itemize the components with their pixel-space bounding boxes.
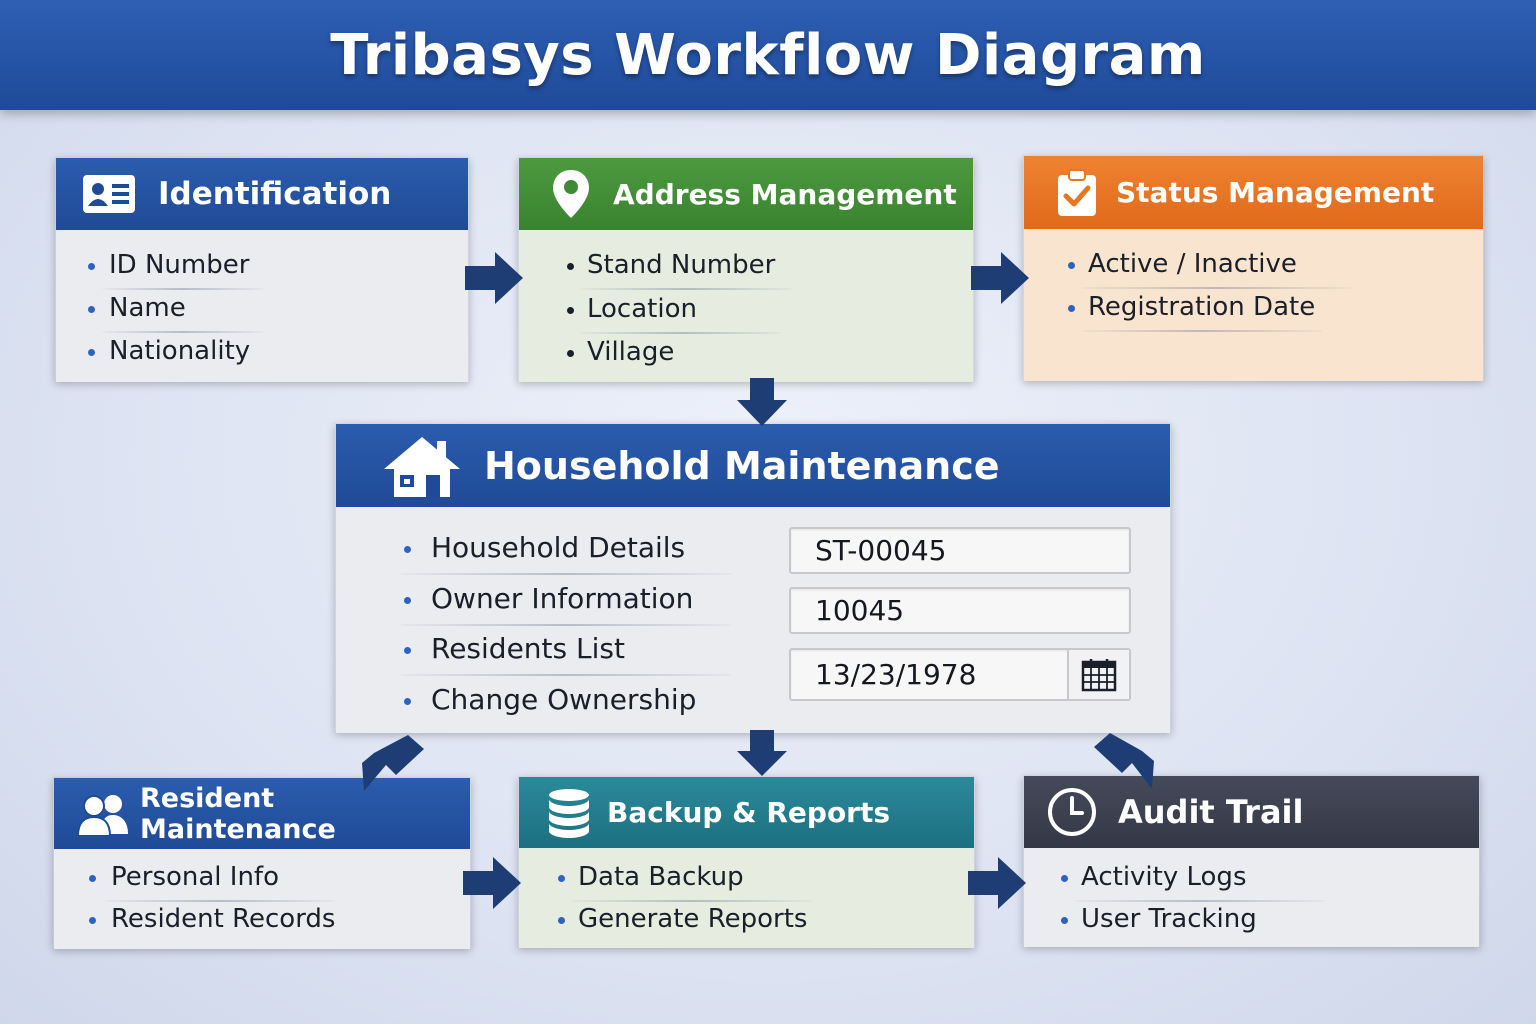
- list-item: Personal Info: [89, 862, 335, 902]
- id-card-icon: [82, 174, 136, 214]
- household-maintenance-card: Household Maintenance Household Details …: [335, 423, 1171, 733]
- list-item: Village: [567, 337, 674, 367]
- list-item: User Tracking: [1061, 904, 1257, 934]
- arrow-household-to-audit: [1094, 733, 1154, 789]
- clock-icon: [1046, 786, 1098, 838]
- audit-trail-title: Audit Trail: [1118, 793, 1304, 831]
- list-item: Residents List: [401, 632, 731, 676]
- page-title: Tribasys Workflow Diagram: [330, 22, 1206, 88]
- arrow-address-to-household: [737, 378, 787, 426]
- address-management-header: Address Management: [519, 158, 973, 230]
- stand-number-field[interactable]: ST-00045: [789, 527, 1131, 574]
- status-management-header: Status Management: [1024, 156, 1483, 229]
- calendar-icon[interactable]: [1067, 650, 1129, 699]
- audit-trail-header: Audit Trail: [1024, 776, 1479, 848]
- arrow-household-to-resident: [362, 735, 424, 791]
- database-icon: [547, 787, 591, 839]
- status-management-title: Status Management: [1116, 176, 1435, 209]
- arrow-resident-to-backup: [463, 857, 521, 909]
- identification-title: Identification: [158, 176, 392, 212]
- list-item: Household Details: [401, 531, 731, 575]
- household-id-field[interactable]: 10045: [789, 587, 1131, 634]
- list-item: Name: [88, 293, 263, 333]
- backup-reports-card: Backup & Reports Data Backup Generate Re…: [518, 776, 975, 948]
- arrow-address-to-status: [971, 252, 1029, 304]
- arrow-household-to-backup: [737, 730, 787, 776]
- address-management-title: Address Management: [613, 177, 957, 211]
- resident-maintenance-card: Resident Maintenance Personal Info Resid…: [53, 777, 471, 949]
- identification-card: Identification ID Number Name Nationalit…: [55, 157, 469, 382]
- backup-reports-title: Backup & Reports: [607, 796, 891, 829]
- users-icon: [76, 792, 130, 836]
- list-item: Generate Reports: [558, 904, 807, 934]
- list-item: Active / Inactive: [1068, 249, 1352, 289]
- list-item: Nationality: [88, 336, 250, 366]
- list-item: Activity Logs: [1061, 862, 1325, 902]
- house-icon: [382, 433, 462, 499]
- list-item: ID Number: [88, 250, 263, 290]
- list-item: Owner Information: [401, 582, 731, 626]
- list-item: Data Backup: [558, 862, 812, 902]
- identification-header: Identification: [56, 158, 468, 230]
- household-maintenance-header: Household Maintenance: [336, 424, 1170, 507]
- arrow-identification-to-address: [465, 252, 523, 304]
- backup-reports-header: Backup & Reports: [519, 777, 974, 848]
- list-item: Stand Number: [567, 250, 791, 290]
- address-management-card: Address Management Stand Number Location…: [518, 157, 974, 382]
- list-item: Change Ownership: [404, 683, 696, 716]
- arrow-backup-to-audit: [968, 857, 1026, 909]
- map-pin-icon: [551, 168, 591, 220]
- status-management-card: Status Management Active / Inactive Regi…: [1023, 155, 1484, 381]
- audit-trail-card: Audit Trail Activity Logs User Tracking: [1023, 775, 1480, 947]
- list-item: Resident Records: [89, 904, 335, 934]
- list-item: Registration Date: [1068, 292, 1322, 332]
- title-bar: Tribasys Workflow Diagram: [0, 0, 1536, 110]
- household-maintenance-title: Household Maintenance: [484, 443, 1000, 488]
- clipboard-check-icon: [1056, 168, 1098, 218]
- date-field[interactable]: 13/23/1978: [789, 648, 1131, 701]
- list-item: Location: [567, 294, 781, 334]
